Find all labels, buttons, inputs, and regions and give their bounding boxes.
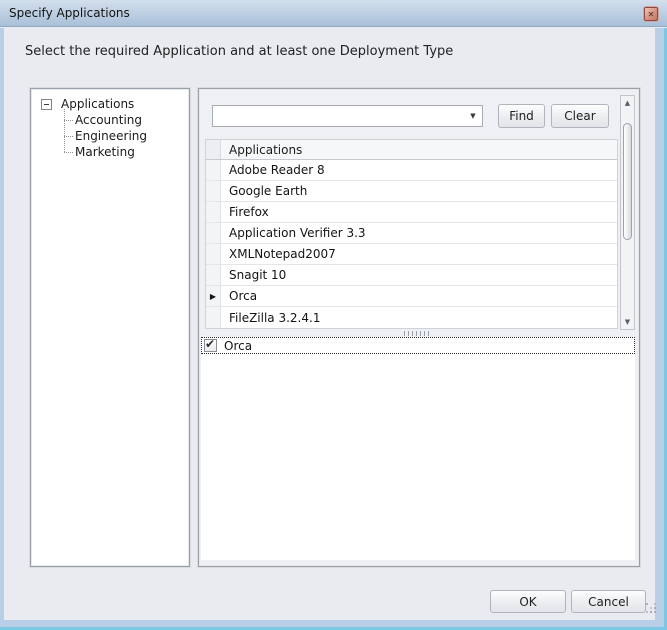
check-mark-icon: ✔ bbox=[205, 337, 215, 351]
titlebar[interactable]: Specify Applications ✕ bbox=[0, 0, 667, 27]
applications-tree: Applications Accounting Engineering Mark… bbox=[31, 89, 189, 160]
grid-row[interactable]: ▶ Application Verifier 3.3 bbox=[206, 223, 617, 244]
grid-row[interactable]: ▶ XMLNotepad2007 bbox=[206, 244, 617, 265]
grid-row[interactable]: ▶ Orca bbox=[206, 286, 617, 307]
resize-grip[interactable] bbox=[646, 603, 658, 615]
scroll-up-button[interactable]: ▲ bbox=[621, 96, 634, 110]
close-button[interactable]: ✕ bbox=[644, 7, 658, 21]
deployment-type-label: Orca bbox=[224, 339, 252, 353]
grid-header-row: Applications bbox=[206, 140, 617, 160]
row-selector-cell: ▶ bbox=[206, 307, 221, 328]
row-selector-cell: ▶ bbox=[206, 202, 221, 222]
splitter-grip-icon bbox=[404, 331, 430, 336]
tree-item-label: Engineering bbox=[75, 129, 147, 143]
combo-dropdown-button[interactable]: ▼ bbox=[464, 106, 482, 126]
deployment-type-item[interactable]: ✔ Orca bbox=[201, 337, 635, 354]
find-button[interactable]: Find bbox=[498, 104, 545, 128]
row-selector-cell: ▶ bbox=[206, 286, 221, 306]
row-selector-cell: ▶ bbox=[206, 223, 221, 243]
application-name-cell: Google Earth bbox=[221, 181, 617, 201]
deployment-type-list[interactable]: ✔ Orca bbox=[201, 337, 635, 560]
checkbox-checked-icon[interactable]: ✔ bbox=[204, 339, 217, 352]
grid-selector-header bbox=[206, 140, 221, 159]
search-input[interactable] bbox=[213, 106, 464, 126]
row-selector-cell: ▶ bbox=[206, 265, 221, 285]
collapse-minus-icon[interactable] bbox=[41, 99, 52, 110]
tree-root-label: Applications bbox=[57, 97, 134, 111]
specify-applications-dialog: Specify Applications ✕ Select the requir… bbox=[0, 0, 667, 630]
application-name-cell: Application Verifier 3.3 bbox=[221, 223, 617, 243]
row-selector-cell: ▶ bbox=[206, 244, 221, 264]
tree-item-engineering[interactable]: Engineering bbox=[64, 128, 189, 144]
application-name-cell: FileZilla 3.2.4.1 bbox=[221, 307, 617, 328]
applications-grid: Applications ▶ Adobe Reader 8 ▶ Google E… bbox=[205, 139, 618, 329]
tree-item-accounting[interactable]: Accounting bbox=[64, 112, 189, 128]
vertical-scrollbar[interactable]: ▲ ▼ bbox=[620, 95, 635, 330]
current-row-arrow-icon: ▶ bbox=[210, 292, 216, 301]
grid-row[interactable]: ▶ Firefox bbox=[206, 202, 617, 223]
window-border-left bbox=[0, 28, 4, 620]
grid-row[interactable]: ▶ Adobe Reader 8 bbox=[206, 160, 617, 181]
chevron-down-icon: ▼ bbox=[470, 112, 475, 120]
clear-button[interactable]: Clear bbox=[551, 104, 609, 128]
scrollbar-thumb[interactable] bbox=[623, 123, 632, 240]
instruction-label: Select the required Application and at l… bbox=[25, 44, 453, 59]
application-name-cell: Snagit 10 bbox=[221, 265, 617, 285]
arrow-up-icon: ▲ bbox=[625, 99, 630, 107]
search-combobox[interactable]: ▼ bbox=[212, 105, 483, 127]
application-name-cell: Orca bbox=[221, 286, 617, 306]
cancel-button[interactable]: Cancel bbox=[571, 590, 646, 613]
grid-row[interactable]: ▶ Google Earth bbox=[206, 181, 617, 202]
application-name-cell: Firefox bbox=[221, 202, 617, 222]
horizontal-splitter[interactable] bbox=[199, 330, 635, 336]
grid-row[interactable]: ▶ FileZilla 3.2.4.1 bbox=[206, 307, 617, 328]
application-selection-panel: ▼ Find Clear Applications ▶ Adobe Reader… bbox=[198, 88, 640, 567]
grid-row[interactable]: ▶ Snagit 10 bbox=[206, 265, 617, 286]
row-selector-cell: ▶ bbox=[206, 160, 221, 180]
window-border-bottom bbox=[0, 620, 664, 627]
scroll-down-button[interactable]: ▼ bbox=[621, 315, 634, 329]
tree-children: Accounting Engineering Marketing bbox=[64, 112, 189, 160]
close-icon: ✕ bbox=[648, 10, 655, 19]
application-name-cell: XMLNotepad2007 bbox=[221, 244, 617, 264]
grid-column-header[interactable]: Applications bbox=[221, 140, 617, 159]
window-title: Specify Applications bbox=[0, 6, 130, 20]
tree-item-marketing[interactable]: Marketing bbox=[64, 144, 189, 160]
ok-button[interactable]: OK bbox=[490, 590, 566, 613]
tree-item-label: Accounting bbox=[75, 113, 142, 127]
grid-rows: ▶ Adobe Reader 8 ▶ Google Earth ▶ Firefo… bbox=[206, 160, 617, 328]
window-border-right bbox=[655, 28, 664, 630]
row-selector-cell: ▶ bbox=[206, 181, 221, 201]
tree-item-label: Marketing bbox=[75, 145, 135, 159]
application-name-cell: Adobe Reader 8 bbox=[221, 160, 617, 180]
applications-tree-panel: Applications Accounting Engineering Mark… bbox=[30, 88, 190, 567]
arrow-down-icon: ▼ bbox=[625, 318, 630, 326]
